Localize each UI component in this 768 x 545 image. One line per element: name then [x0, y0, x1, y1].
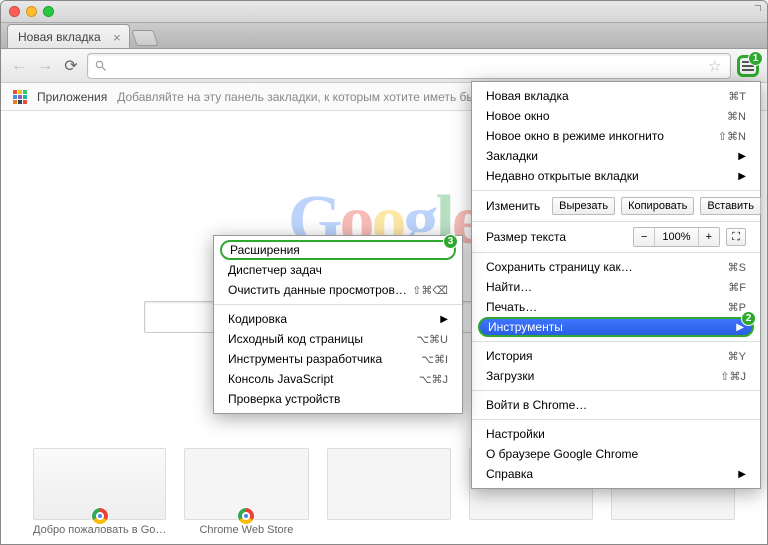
- menu-separator: [472, 419, 760, 420]
- apps-icon[interactable]: [13, 90, 27, 104]
- back-button[interactable]: ←: [9, 56, 29, 76]
- thumb-welcome[interactable]: Добро пожаловать в Go…: [33, 448, 166, 536]
- search-icon: [94, 59, 108, 73]
- zoom-out-button[interactable]: −: [634, 228, 655, 246]
- chevron-right-icon: ▶: [440, 314, 448, 325]
- address-bar[interactable]: ☆: [87, 53, 731, 79]
- main-menu-dropdown: Новая вкладка⌘T Новое окно⌘N Новое окно …: [471, 81, 761, 489]
- forward-button[interactable]: →: [35, 56, 55, 76]
- submenu-clear-data[interactable]: Очистить данные просмотров…⇧⌘⌫: [214, 280, 462, 300]
- menu-print[interactable]: Печать…⌘P: [472, 297, 760, 317]
- menu-separator: [472, 390, 760, 391]
- callout-badge-1: 1: [748, 51, 763, 66]
- tabstrip: Новая вкладка ×: [1, 23, 767, 49]
- chrome-icon: [237, 507, 255, 525]
- thumb-webstore[interactable]: Chrome Web Store: [184, 448, 308, 536]
- reload-button[interactable]: ⟳: [61, 56, 81, 76]
- menu-help[interactable]: Справка▶: [472, 464, 760, 484]
- chevron-right-icon: ▶: [738, 469, 746, 480]
- close-window-button[interactable]: [9, 6, 20, 17]
- submenu-source[interactable]: Исходный код страницы⌥⌘U: [214, 329, 462, 349]
- menu-history[interactable]: История⌘Y: [472, 346, 760, 366]
- submenu-extensions[interactable]: Расширения 3: [220, 240, 456, 260]
- chevron-right-icon: ▶: [738, 171, 746, 182]
- apps-label[interactable]: Приложения: [37, 90, 107, 104]
- menu-separator: [472, 221, 760, 222]
- zoom-value: 100%: [655, 228, 698, 246]
- fullscreen-button[interactable]: ⛶: [726, 228, 746, 246]
- cut-button[interactable]: Вырезать: [552, 197, 615, 215]
- menu-tools[interactable]: Инструменты▶ 2: [478, 317, 754, 337]
- menu-separator: [472, 190, 760, 191]
- menu-save-page[interactable]: Сохранить страницу как…⌘S: [472, 257, 760, 277]
- callout-badge-2: 2: [741, 311, 756, 326]
- menu-zoom-row: Размер текста − 100% + ⛶: [472, 226, 760, 248]
- submenu-devtools[interactable]: Инструменты разработчика⌥⌘I: [214, 349, 462, 369]
- submenu-jsconsole[interactable]: Консоль JavaScript⌥⌘J: [214, 369, 462, 389]
- zoom-window-button[interactable]: [43, 6, 54, 17]
- main-menu-button[interactable]: 1: [737, 55, 759, 77]
- titlebar: [1, 1, 767, 23]
- tab-close-button[interactable]: ×: [113, 30, 121, 45]
- menu-new-window[interactable]: Новое окно⌘N: [472, 106, 760, 126]
- submenu-task-manager[interactable]: Диспетчер задач: [214, 260, 462, 280]
- menu-incognito[interactable]: Новое окно в режиме инкогнито⇧⌘N: [472, 126, 760, 146]
- menu-separator: [472, 252, 760, 253]
- thumb-empty[interactable]: [327, 448, 451, 536]
- thumb-label: Chrome Web Store: [199, 524, 293, 536]
- thumb-label: Добро пожаловать в Go…: [33, 524, 166, 536]
- menu-separator: [472, 341, 760, 342]
- tab-title: Новая вкладка: [18, 30, 101, 44]
- bookmark-hint: Добавляйте на эту панель закладки, к кот…: [117, 90, 531, 104]
- callout-badge-3: 3: [443, 234, 458, 249]
- toolbar: ← → ⟳ ☆ 1: [1, 49, 767, 83]
- browser-window: Новая вкладка × ← → ⟳ ☆ 1 Приложения Доб…: [0, 0, 768, 545]
- tools-submenu: Расширения 3 Диспетчер задач Очистить да…: [213, 235, 463, 414]
- tab-new-tab[interactable]: Новая вкладка ×: [7, 24, 130, 48]
- menu-signin[interactable]: Войти в Chrome…: [472, 395, 760, 415]
- menu-about[interactable]: О браузере Google Chrome: [472, 444, 760, 464]
- menu-edit-row: Изменить Вырезать Копировать Вставить: [472, 195, 760, 217]
- submenu-encoding[interactable]: Кодировка▶: [214, 309, 462, 329]
- menu-downloads[interactable]: Загрузки⇧⌘J: [472, 366, 760, 386]
- chevron-right-icon: ▶: [738, 151, 746, 162]
- menu-bookmarks[interactable]: Закладки▶: [472, 146, 760, 166]
- menu-settings[interactable]: Настройки: [472, 424, 760, 444]
- chrome-icon: [91, 507, 109, 525]
- menu-find[interactable]: Найти…⌘F: [472, 277, 760, 297]
- copy-button[interactable]: Копировать: [621, 197, 694, 215]
- menu-recent-tabs[interactable]: Недавно открытые вкладки▶: [472, 166, 760, 186]
- menu-separator: [214, 304, 462, 305]
- minimize-window-button[interactable]: [26, 6, 37, 17]
- paste-button[interactable]: Вставить: [700, 197, 761, 215]
- traffic-lights: [9, 6, 54, 17]
- submenu-inspect-devices[interactable]: Проверка устройств: [214, 389, 462, 409]
- bookmark-star-icon[interactable]: ☆: [708, 57, 724, 75]
- new-tab-button[interactable]: [131, 30, 158, 46]
- zoom-in-button[interactable]: +: [699, 228, 719, 246]
- fullscreen-icon[interactable]: [749, 5, 761, 17]
- zoom-control: − 100% +: [633, 227, 720, 247]
- menu-new-tab[interactable]: Новая вкладка⌘T: [472, 86, 760, 106]
